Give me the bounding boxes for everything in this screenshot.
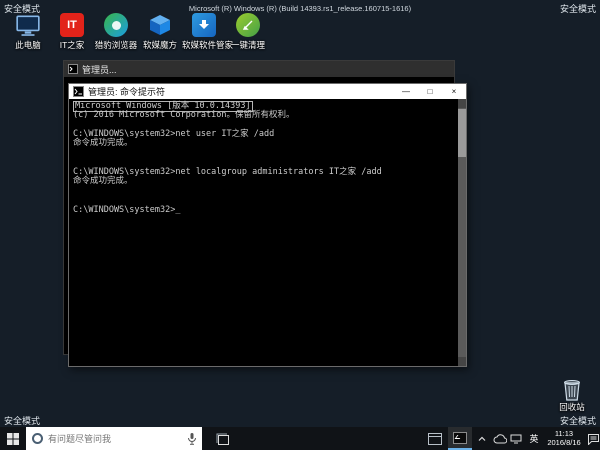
taskbar-cmd-button[interactable]	[448, 427, 472, 450]
taskbar-app-window-button[interactable]	[424, 427, 446, 450]
icon-label: 软媒魔方	[138, 41, 182, 50]
this-pc-icon	[15, 12, 41, 38]
scroll-up-icon[interactable]	[458, 99, 466, 108]
cloud-icon	[493, 434, 507, 444]
app-window-icon	[428, 433, 442, 445]
minimize-button[interactable]: —	[394, 84, 418, 99]
microphone-icon[interactable]	[187, 432, 197, 446]
one-key-clean-icon	[235, 12, 261, 38]
desktop: 安全模式 安全模式 安全模式 安全模式 Microsoft (R) Window…	[0, 0, 600, 450]
taskbar: 英 11:13 2016/8/16	[0, 427, 600, 450]
ruanmei-manager-icon	[191, 12, 217, 38]
cortana-icon	[32, 433, 43, 444]
console-line: C:\WINDOWS\system32>_	[73, 206, 454, 216]
console-line: 命令成功完成。	[73, 139, 454, 149]
console-output[interactable]: Microsoft Windows [版本 10.0.14393] (c) 20…	[69, 99, 466, 366]
ime-language-indicator[interactable]: 英	[526, 427, 542, 450]
tray-show-hidden-icons-button[interactable]	[474, 427, 490, 450]
start-button[interactable]	[0, 427, 26, 450]
ithome-icon: IT	[59, 12, 85, 38]
action-center-icon	[587, 433, 600, 445]
console-scrollbar[interactable]	[458, 99, 466, 366]
taskbar-clock[interactable]: 11:13 2016/8/16	[542, 427, 586, 450]
icon-label: IT之家	[50, 41, 94, 50]
scroll-down-icon[interactable]	[458, 357, 466, 366]
maximize-button[interactable]: □	[418, 84, 442, 99]
safe-mode-label-top-left: 安全模式	[4, 2, 40, 15]
recycle-bin-icon	[559, 376, 585, 402]
safe-mode-label-top-right: 安全模式	[560, 2, 596, 15]
cmd-window-icon	[73, 86, 84, 97]
desktop-icon-this-pc[interactable]: 此电脑	[6, 12, 50, 50]
tray-network-button[interactable]	[508, 427, 524, 450]
cortana-search-box[interactable]	[26, 427, 202, 450]
safe-mode-label-bottom-left: 安全模式	[4, 414, 40, 427]
icon-label: 猎豹浏览器	[94, 41, 138, 50]
network-icon	[510, 434, 522, 444]
icon-label: 回收站	[552, 403, 592, 412]
desktop-icon-ithome[interactable]: IT IT之家	[50, 12, 94, 50]
desktop-icon-liebao-browser[interactable]: 猎豹浏览器	[94, 12, 138, 50]
cmd-icon	[453, 432, 467, 444]
search-input[interactable]	[48, 434, 166, 444]
safe-mode-label-bottom-right: 安全模式	[560, 414, 596, 427]
liebao-browser-icon	[103, 12, 129, 38]
task-view-button[interactable]	[210, 427, 234, 450]
tray-cloud-button[interactable]	[492, 427, 508, 450]
scrollbar-thumb[interactable]	[458, 109, 466, 157]
close-button[interactable]: ×	[442, 84, 466, 99]
command-prompt-window[interactable]: 管理员: 命令提示符 — □ × Microsoft Windows [版本 1…	[68, 83, 467, 367]
cmd-window-title: 管理员: 命令提示符	[88, 85, 394, 98]
background-window-titlebar[interactable]: 管理员...	[64, 61, 454, 77]
console-line	[73, 149, 454, 159]
windows-logo-icon	[7, 433, 19, 445]
console-line: 命令成功完成。	[73, 177, 454, 187]
ruanmei-mofang-icon	[147, 12, 173, 38]
chevron-up-icon	[477, 435, 487, 443]
icon-label: 软媒软件管家	[182, 41, 226, 50]
desktop-icon-ruanmei-mofang[interactable]: 软媒魔方	[138, 12, 182, 50]
task-view-icon	[216, 433, 229, 445]
desktop-icon-ruanmei-manager[interactable]: 软媒软件管家	[182, 12, 226, 50]
cmd-window-icon	[68, 64, 78, 74]
icon-label: 此电脑	[6, 41, 50, 50]
cmd-titlebar[interactable]: 管理员: 命令提示符 — □ ×	[69, 84, 466, 99]
console-line	[73, 187, 454, 197]
ithome-badge: IT	[60, 13, 84, 37]
clock-date: 2016/8/16	[547, 439, 580, 448]
desktop-icon-recycle-bin[interactable]: 回收站	[552, 376, 592, 412]
icon-label: 一键清理	[226, 41, 270, 50]
action-center-button[interactable]	[586, 427, 600, 450]
background-window-title: 管理员...	[82, 63, 117, 76]
desktop-icon-one-key-clean[interactable]: 一键清理	[226, 12, 270, 50]
console-line: (c) 2016 Microsoft Corporation。保留所有权利。	[73, 111, 454, 121]
